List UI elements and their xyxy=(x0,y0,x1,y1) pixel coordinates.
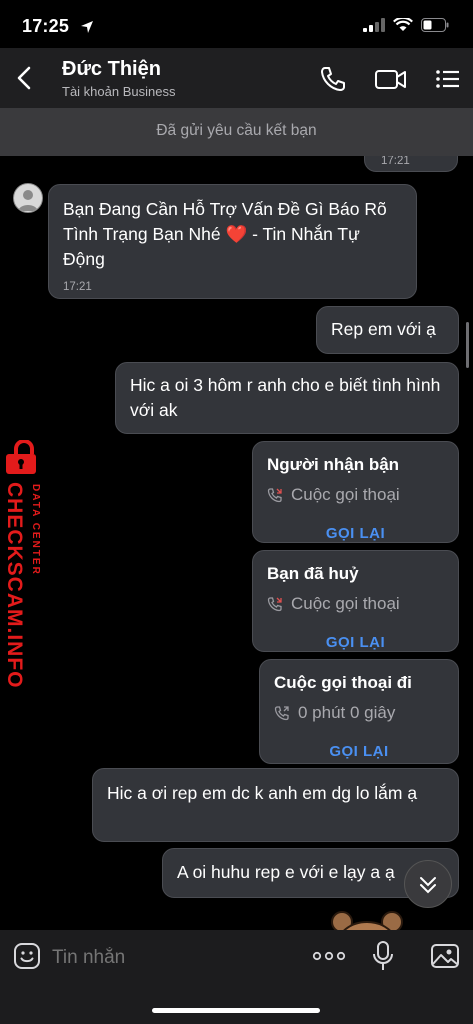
home-indicator[interactable] xyxy=(152,1008,320,1013)
location-arrow-icon xyxy=(80,20,94,39)
image-gallery-icon[interactable] xyxy=(430,942,460,970)
call-title: Bạn đã huỷ xyxy=(267,564,359,583)
back-arrow-icon[interactable] xyxy=(14,64,36,92)
call-title: Người nhận bận xyxy=(267,455,400,474)
outgoing-call-icon xyxy=(274,705,289,720)
message-bubble-sent[interactable]: Hic a ơi rep em dc k anh em dg lo lắm ạ xyxy=(92,768,459,842)
call-duration: 0 phút 0 giây xyxy=(274,700,444,725)
contact-name[interactable]: Đức Thiện xyxy=(62,58,161,81)
double-chevron-down-icon xyxy=(420,877,436,894)
missed-call-icon xyxy=(267,596,282,611)
message-bubble-sent[interactable]: Rep em với ạ xyxy=(316,306,459,354)
missed-call-icon xyxy=(267,487,282,502)
more-options-icon[interactable] xyxy=(312,946,346,966)
checkscam-watermark: DATA CENTER CHECKSCAM.INFO xyxy=(3,440,50,689)
message-text: Bạn Đang Cần Hỗ Trợ Vấn Đề Gì Báo Rõ Tìn… xyxy=(63,199,387,269)
chat-header: Đức Thiện Tài khoản Business xyxy=(0,48,473,108)
message-list[interactable]: 17:21 Bạn Đang Cần Hỗ Trợ Vấn Đề Gì Báo … xyxy=(0,156,473,930)
call-type: Cuộc gọi thoại xyxy=(267,591,444,616)
scroll-to-bottom-button[interactable] xyxy=(404,860,452,908)
call-card-outgoing[interactable]: Cuộc gọi thoại đi 0 phút 0 giây GỌI LẠI xyxy=(259,659,459,764)
watermark-big-text: CHECKSCAM.INFO xyxy=(3,482,26,689)
signal-icon xyxy=(363,18,385,32)
call-duration-label: 0 phút 0 giây xyxy=(298,703,396,722)
sticker-image[interactable] xyxy=(328,906,406,930)
message-input[interactable] xyxy=(50,942,294,974)
message-text: Hic a oi 3 hôm r anh cho e biết tình hìn… xyxy=(130,375,441,420)
battery-icon xyxy=(421,18,449,32)
video-call-icon[interactable] xyxy=(374,64,408,94)
message-bubble-sent[interactable]: Hic a oi 3 hôm r anh cho e biết tình hìn… xyxy=(115,362,459,434)
call-back-button[interactable]: GỌI LẠI xyxy=(267,630,444,655)
emoji-sticker-icon[interactable] xyxy=(13,942,41,970)
status-indicators xyxy=(363,18,449,32)
padlock-icon xyxy=(6,440,36,474)
microphone-icon[interactable] xyxy=(372,940,394,972)
message-time: 17:21 xyxy=(381,156,410,167)
menu-list-icon[interactable] xyxy=(434,64,464,94)
contact-subtitle: Tài khoản Business xyxy=(62,84,176,99)
call-type-label: Cuộc gọi thoại xyxy=(291,485,400,504)
message-bubble-partial[interactable]: 17:21 xyxy=(364,156,458,172)
wifi-icon xyxy=(393,18,413,31)
scrollbar[interactable] xyxy=(466,322,469,368)
message-text: Rep em với ạ xyxy=(331,319,436,339)
message-bubble-received[interactable]: Bạn Đang Cần Hỗ Trợ Vấn Đề Gì Báo Rõ Tìn… xyxy=(48,184,417,299)
call-title: Cuộc gọi thoại đi xyxy=(274,673,412,692)
friend-request-banner[interactable]: Đã gửi yêu cầu kết bạn xyxy=(0,108,473,156)
call-card-cancelled[interactable]: Bạn đã huỷ Cuộc gọi thoại GỌI LẠI xyxy=(252,550,459,652)
call-back-button[interactable]: GỌI LẠI xyxy=(274,739,444,764)
phone-call-icon[interactable] xyxy=(318,64,348,94)
watermark-small-text: DATA CENTER xyxy=(30,484,41,576)
status-time: 17:25 xyxy=(22,16,70,36)
message-text: Hic a ơi rep em dc k anh em dg lo lắm ạ xyxy=(107,783,418,803)
avatar[interactable] xyxy=(13,183,43,213)
call-type: Cuộc gọi thoại xyxy=(267,482,444,507)
call-back-button[interactable]: GỌI LẠI xyxy=(267,521,444,546)
call-type-label: Cuộc gọi thoại xyxy=(291,594,400,613)
call-card-busy[interactable]: Người nhận bận Cuộc gọi thoại GỌI LẠI xyxy=(252,441,459,543)
message-time: 17:21 xyxy=(63,281,92,293)
